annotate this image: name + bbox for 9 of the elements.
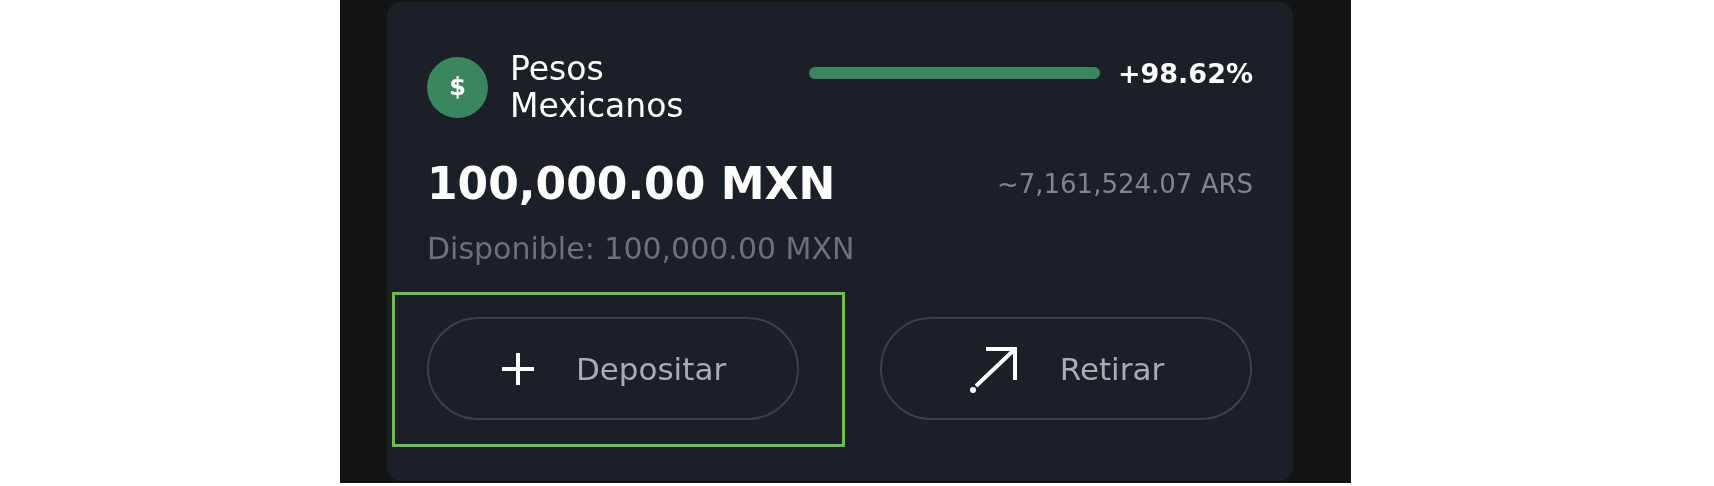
currency-name: Pesos Mexicanos [510,50,685,124]
change-percent: +98.62% [1117,57,1253,89]
withdraw-button[interactable]: Retirar [880,317,1252,420]
plus-icon [499,350,536,387]
deposit-button[interactable]: Depositar [427,317,799,420]
balance-amount: 100,000.00 MXN [427,158,836,209]
dollar-icon: $ [427,56,488,118]
available-balance: Disponible: 100,000.00 MXN [427,231,856,266]
converted-amount: ~7,161,524.07 ARS [996,168,1253,199]
